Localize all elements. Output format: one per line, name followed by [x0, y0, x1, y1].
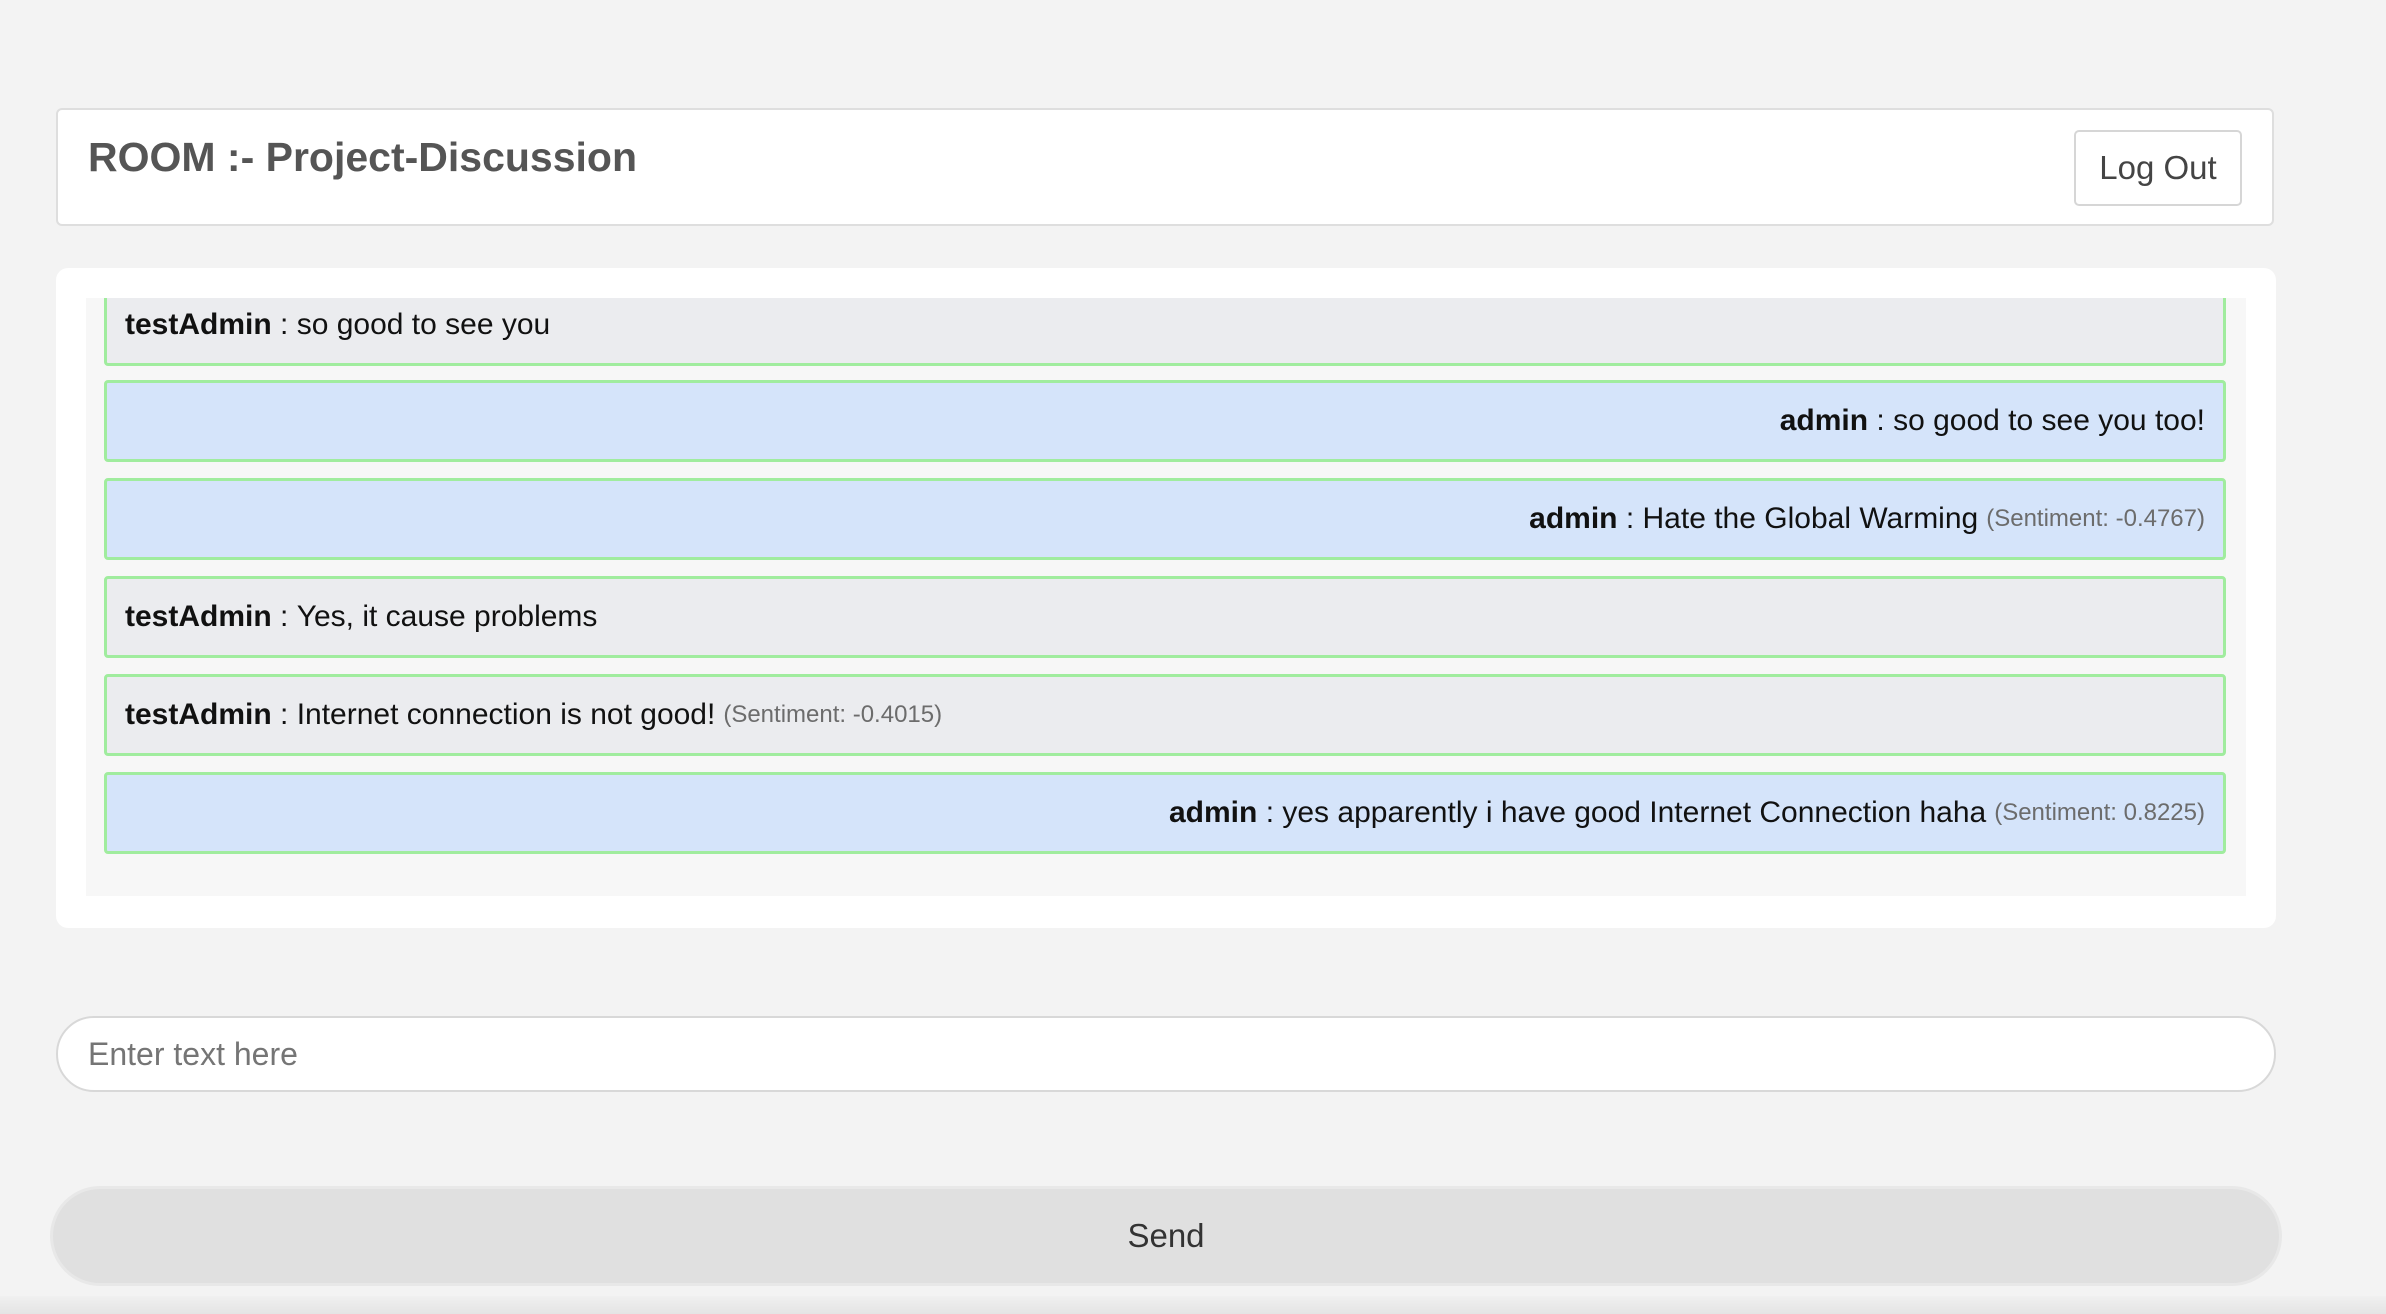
message-sender: admin — [1529, 502, 1618, 535]
room-header: ROOM :- Project-Discussion Log Out — [56, 108, 2274, 226]
logout-button[interactable]: Log Out — [2074, 130, 2242, 206]
message-separator: : — [1868, 404, 1894, 437]
message-input[interactable] — [56, 1016, 2276, 1092]
message-sender: testAdmin — [125, 600, 272, 633]
message-text: so good to see you too! — [1893, 404, 2205, 437]
bottom-edge — [0, 1296, 2386, 1314]
message-list[interactable]: testAdmin : so good to see you admin : s… — [86, 298, 2246, 896]
message-item: testAdmin : Yes, it cause problems — [104, 576, 2226, 658]
message-sender: admin — [1169, 796, 1258, 829]
message-text: yes apparently i have good Internet Conn… — [1282, 796, 1987, 829]
sentiment-score: (Sentiment: 0.8225) — [1994, 799, 2205, 826]
message-text: so good to see you — [296, 308, 551, 341]
chat-panel: testAdmin : so good to see you admin : s… — [56, 268, 2276, 928]
message-separator: : — [1257, 796, 1283, 829]
message-sender: testAdmin — [125, 698, 272, 731]
sentiment-score: (Sentiment: -0.4767) — [1986, 505, 2205, 532]
message-text: Internet connection is not good! — [296, 698, 716, 731]
message-item: testAdmin : Internet connection is not g… — [104, 674, 2226, 756]
message-item: admin : Hate the Global Warming (Sentimen… — [104, 478, 2226, 560]
chat-page: ROOM :- Project-Discussion Log Out testA… — [0, 0, 2386, 1314]
message-item: admin : yes apparently i have good Inter… — [104, 772, 2226, 854]
room-title: ROOM :- Project-Discussion — [88, 134, 638, 180]
message-item: admin : so good to see you too! — [104, 380, 2226, 462]
send-button[interactable]: Send — [50, 1186, 2282, 1286]
message-sender: admin — [1779, 404, 1869, 437]
message-sender: testAdmin — [125, 308, 272, 341]
message-separator: : — [271, 308, 297, 341]
message-separator: : — [271, 600, 297, 633]
message-text: Hate the Global Warming — [1642, 502, 1979, 535]
message-separator: : — [1617, 502, 1643, 535]
message-item: testAdmin : so good to see you — [104, 298, 2226, 366]
message-text: Yes, it cause problems — [296, 600, 598, 633]
message-separator: : — [271, 698, 297, 731]
sentiment-score: (Sentiment: -0.4015) — [723, 701, 943, 728]
